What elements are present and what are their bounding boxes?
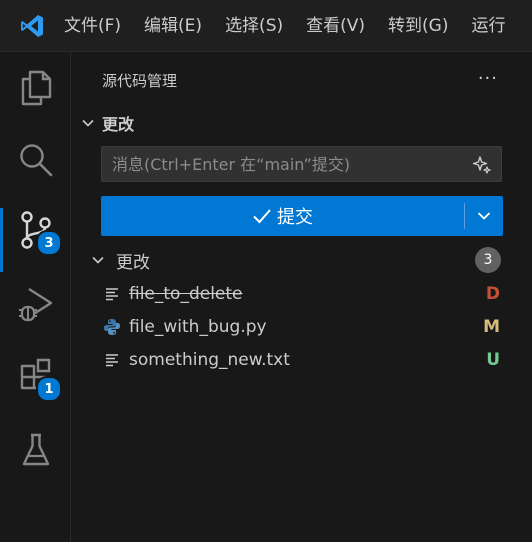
menu-selection[interactable]: 选择(S) — [225, 0, 294, 52]
commit-label: 提交 — [277, 207, 313, 228]
text-file-icon — [102, 284, 122, 304]
section-title: 更改 — [102, 115, 135, 134]
git-status-untracked: U — [486, 350, 500, 370]
group-title: 更改 — [116, 252, 150, 273]
file-name: something_new.txt — [129, 350, 290, 370]
changes-group-header[interactable]: 更改 3 — [88, 246, 508, 274]
changes-section-header[interactable]: 更改 — [78, 110, 134, 136]
menu-file[interactable]: 文件(F) — [64, 0, 132, 52]
title-bar: 文件(F) 编辑(E) 选择(S) 查看(V) 转到(G) 运行 — [0, 0, 532, 52]
commit-message-input[interactable] — [102, 153, 464, 175]
check-icon — [253, 209, 271, 224]
file-name: file_to_delete — [129, 284, 243, 304]
activity-source-control[interactable]: 3 — [0, 200, 71, 272]
search-icon — [19, 144, 52, 177]
sidebar-title: 源代码管理 — [102, 72, 178, 90]
file-row-deleted[interactable]: file_to_delete D — [102, 279, 502, 309]
menu-go[interactable]: 转到(G) — [388, 0, 459, 52]
python-file-icon — [102, 317, 122, 337]
commit-button-group: 提交 — [101, 196, 503, 236]
extensions-badge: 1 — [36, 376, 62, 402]
source-control-sidebar: 源代码管理 ··· 更改 提交 — [72, 52, 532, 542]
run-debug-icon — [18, 287, 52, 322]
commit-dropdown-button[interactable] — [465, 196, 503, 236]
commit-message-box — [101, 146, 502, 182]
git-status-deleted: D — [485, 284, 500, 304]
commit-button[interactable]: 提交 — [101, 196, 464, 236]
changes-count-badge: 3 — [475, 247, 501, 273]
chevron-down-icon — [88, 250, 108, 270]
source-control-badge: 3 — [36, 230, 62, 256]
vscode-logo-icon[interactable] — [0, 0, 64, 52]
beaker-icon — [22, 433, 49, 466]
menu-edit[interactable]: 编辑(E) — [144, 0, 213, 52]
text-file-icon — [102, 350, 122, 370]
activity-run-debug[interactable] — [0, 274, 71, 334]
menu-run[interactable]: 运行 — [471, 0, 516, 52]
activity-extensions[interactable]: 1 — [0, 344, 71, 404]
chevron-down-icon — [78, 113, 98, 133]
menu-view[interactable]: 查看(V) — [306, 0, 376, 52]
file-row-modified[interactable]: file_with_bug.py M — [102, 312, 502, 342]
activity-bar: 3 1 — [0, 52, 71, 542]
chevron-down-icon — [477, 212, 491, 220]
file-row-untracked[interactable]: something_new.txt U — [102, 345, 502, 375]
activity-testing[interactable] — [0, 420, 71, 480]
activity-search[interactable] — [0, 130, 71, 190]
activity-explorer[interactable] — [0, 58, 71, 118]
menu-bar: 文件(F) 编辑(E) 选择(S) 查看(V) 转到(G) 运行 — [64, 0, 516, 52]
more-actions-icon[interactable]: ··· — [478, 68, 498, 89]
sparkle-icon[interactable] — [472, 155, 492, 179]
files-icon — [21, 70, 51, 106]
git-status-modified: M — [483, 317, 500, 337]
file-name: file_with_bug.py — [129, 317, 267, 337]
